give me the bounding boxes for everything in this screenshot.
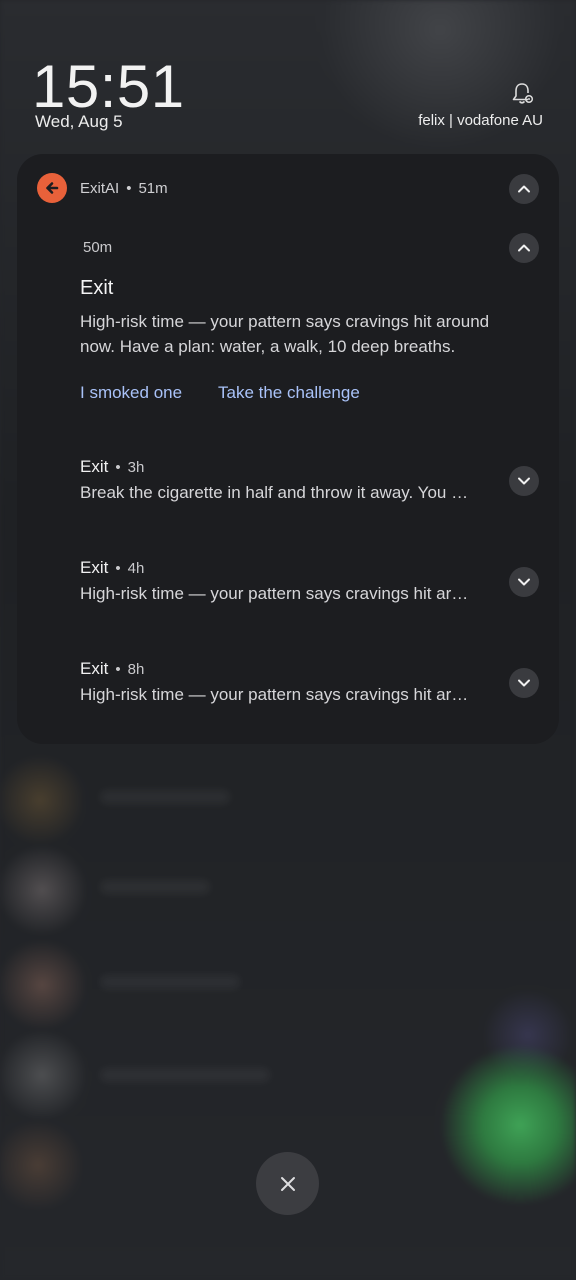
expand-notification-button[interactable]: [509, 466, 539, 496]
arrow-left-icon: [46, 182, 59, 194]
notification-item-body[interactable]: Break the cigarette in half and throw it…: [80, 483, 490, 503]
notification-item-title: Exit: [80, 659, 109, 678]
chevron-up-icon: [518, 244, 530, 252]
notification-item-header[interactable]: Exit • 3h: [80, 457, 144, 477]
notification-title: Exit: [80, 277, 114, 299]
notification-card[interactable]: ExitAI • 51m 50m Exit High-risk time — you…: [17, 154, 559, 744]
chevron-down-icon: [518, 578, 530, 586]
blurred-background-row: [100, 975, 240, 989]
close-icon: [280, 1176, 295, 1191]
app-header: ExitAI • 51m: [80, 180, 168, 197]
chevron-down-icon: [518, 477, 530, 485]
notification-item-age: 8h: [127, 661, 145, 678]
app-icon: [37, 173, 67, 203]
collapse-notification-button[interactable]: [509, 233, 539, 263]
expand-notification-button[interactable]: [509, 567, 539, 597]
notification-item-age: 4h: [127, 560, 145, 577]
notification-item-body[interactable]: High-risk time — your pattern says cravi…: [80, 685, 490, 705]
blurred-background-row: [100, 880, 210, 894]
notification-age: 50m: [83, 239, 113, 256]
blurred-background-row: [100, 790, 230, 804]
notification-item-header[interactable]: Exit • 4h: [80, 558, 144, 578]
notification-item-title: Exit: [80, 558, 109, 577]
i-smoked-one-button[interactable]: I smoked one: [80, 383, 182, 403]
notification-item-body[interactable]: High-risk time — your pattern says cravi…: [80, 584, 490, 604]
lockscreen-date: Wed, Aug 5: [35, 112, 123, 131]
blurred-background-row: [100, 1068, 270, 1082]
expand-notification-button[interactable]: [509, 668, 539, 698]
chevron-down-icon: [518, 679, 530, 687]
lockscreen-clock: 15:51: [32, 53, 185, 120]
take-the-challenge-button[interactable]: Take the challenge: [218, 383, 360, 403]
carrier-label: felix | vodafone AU: [418, 112, 543, 129]
chevron-up-icon: [518, 185, 530, 193]
collapse-group-button[interactable]: [509, 174, 539, 204]
notification-body: High-risk time — your pattern says cravi…: [80, 312, 490, 356]
app-age: 51m: [138, 180, 168, 197]
notification-item-title: Exit: [80, 457, 109, 476]
notification-item-age: 3h: [127, 459, 145, 476]
notification-item-header[interactable]: Exit • 8h: [80, 659, 144, 679]
clear-all-button[interactable]: [256, 1152, 319, 1215]
bell-settings-icon[interactable]: [508, 80, 536, 108]
app-name: ExitAI: [80, 180, 120, 197]
